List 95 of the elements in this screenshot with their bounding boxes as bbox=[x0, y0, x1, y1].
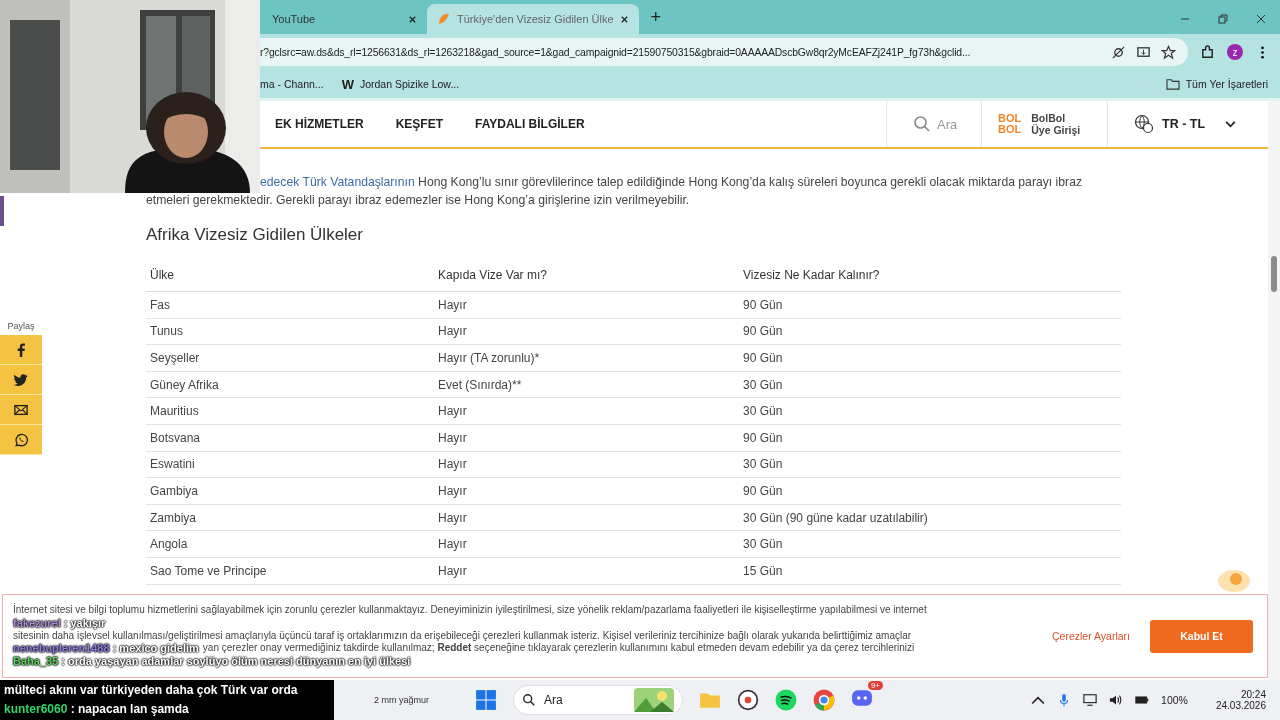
close-icon[interactable] bbox=[619, 14, 629, 24]
table-cell: Angola bbox=[146, 530, 434, 558]
restore-icon[interactable] bbox=[1218, 14, 1228, 24]
clock[interactable]: 20:24 24.03.2026 bbox=[1215, 689, 1266, 711]
share-button[interactable] bbox=[0, 365, 42, 395]
notification-badge: 9+ bbox=[867, 681, 883, 690]
speaker-icon[interactable] bbox=[1109, 693, 1124, 707]
share-label: Paylaş bbox=[6, 321, 36, 331]
table-cell: 30 Gün bbox=[739, 397, 1121, 425]
chat-message: fakezurel : yakışır bbox=[13, 616, 106, 630]
chat-message: kunter6060 : napacan lan şamda bbox=[4, 703, 189, 716]
scrollbar[interactable] bbox=[1268, 101, 1280, 680]
profile-avatar[interactable]: z bbox=[1227, 44, 1243, 60]
globe-icon bbox=[1134, 114, 1154, 134]
table-cell: Hayır bbox=[434, 397, 739, 425]
browser-tab[interactable]: Türkiye'den Vizesiz Gidilen Ülke bbox=[427, 4, 639, 34]
taskbar-search[interactable]: Ara bbox=[513, 685, 683, 715]
table-cell: Eswatini bbox=[146, 451, 434, 478]
table-cell: Sao Tome ve Principe bbox=[146, 557, 434, 585]
nav-link[interactable]: EK HİZMETLER bbox=[275, 117, 364, 131]
table-cell: Hayır bbox=[434, 504, 739, 531]
table-cell: Hayır bbox=[434, 318, 739, 345]
close-icon[interactable] bbox=[1256, 14, 1266, 24]
search-icon bbox=[522, 693, 536, 707]
table-cell: Fas bbox=[146, 291, 434, 319]
install-icon[interactable] bbox=[1136, 44, 1151, 60]
all-bookmarks[interactable]: Tüm Yer İşaretleri bbox=[1185, 78, 1268, 90]
nav-link[interactable]: KEŞFET bbox=[395, 117, 443, 131]
table-cell: 15 Gün bbox=[739, 557, 1121, 585]
bookmark[interactable]: Jordan Spizike Low... bbox=[359, 78, 460, 90]
bird-icon bbox=[14, 372, 28, 387]
star-icon[interactable] bbox=[1161, 44, 1176, 60]
close-icon[interactable] bbox=[408, 14, 417, 24]
nav-link[interactable]: FAYDALI BİLGİLER bbox=[475, 117, 585, 131]
table-cell: Mauritius bbox=[146, 397, 434, 425]
table-cell: 90 Gün bbox=[739, 424, 1121, 452]
record-icon[interactable] bbox=[737, 689, 759, 711]
table-cell: Tunus bbox=[146, 318, 434, 345]
whatsapp-icon bbox=[14, 432, 28, 447]
chevron-down-icon bbox=[1225, 120, 1237, 128]
table-cell: 30 Gün (90 güne kadar uzatılabilir) bbox=[739, 504, 1121, 531]
text-link[interactable]: edecek Türk Vatandaşlarının bbox=[260, 175, 415, 189]
eye-slash-icon[interactable] bbox=[1111, 44, 1126, 60]
chrome-icon[interactable] bbox=[813, 689, 835, 711]
cookie-text: yan çerezler onay vermediğiniz takdirde kullanılmaz; Reddet seçeneğine tıklayarak çerezlerin kullanımını kabul etmeden devam edebilir ya da çerez tercihlerinizi bbox=[202, 642, 915, 655]
table-cell: Evet (Sınırda)** bbox=[434, 371, 739, 398]
member-login-link[interactable]: BolBol Üye Girişi bbox=[1031, 112, 1081, 136]
table-cell: Gambiya bbox=[146, 477, 434, 505]
column-header: Kapıda Vize Var mı? bbox=[434, 265, 739, 292]
weather-text[interactable]: 2 mm yağmur bbox=[374, 695, 429, 705]
table-cell: 30 Gün bbox=[739, 371, 1121, 398]
chat-message: mülteci akını var türkiyeden daha çok Türk var orda bbox=[4, 684, 298, 697]
battery-level-text: 100% bbox=[1161, 694, 1188, 706]
windows-icon[interactable] bbox=[475, 689, 497, 711]
address-bar[interactable]: r?gclsrc=aw.ds&ds_rl=1256631&ds_rl=1263218&gad_source=1&gad_campaignid=21590750315&gbraid=0AAAAADscbGw8qr2yMcEAFZj241P_fg73h&gclid... bbox=[260, 38, 1188, 66]
table-cell: Hayır bbox=[434, 477, 739, 505]
table-cell: Hayır (TA zorunlu)* bbox=[434, 344, 739, 372]
browser-tab[interactable]: YouTube bbox=[262, 4, 427, 34]
column-header: Ülke bbox=[146, 265, 434, 292]
table-cell: Hayır bbox=[434, 451, 739, 478]
spotify-icon[interactable] bbox=[775, 689, 797, 711]
battery-icon[interactable] bbox=[1135, 693, 1150, 707]
table-cell: Hayır bbox=[434, 530, 739, 558]
bookmark-logo: W bbox=[341, 76, 354, 92]
cookie-settings-link[interactable]: Çerezler Ayarları bbox=[1052, 630, 1130, 642]
new-tab-button[interactable]: + bbox=[638, 7, 674, 34]
puzzle-icon[interactable] bbox=[1200, 44, 1215, 60]
table-cell: 90 Gün bbox=[739, 344, 1121, 372]
discord-icon[interactable] bbox=[851, 687, 873, 709]
table-cell: 30 Gün bbox=[739, 451, 1121, 478]
table-cell: 90 Gün bbox=[739, 477, 1121, 505]
share-button[interactable] bbox=[0, 395, 42, 425]
share-button[interactable] bbox=[0, 335, 42, 365]
mail-icon bbox=[14, 402, 28, 417]
column-header: Vizesiz Ne Kadar Kalınır? bbox=[739, 265, 1121, 292]
share-button[interactable] bbox=[0, 425, 42, 455]
table-cell: 90 Gün bbox=[739, 318, 1121, 345]
table-cell: 90 Gün bbox=[739, 291, 1121, 319]
cookie-text: sitesinin daha işlevsel kullanılması/geliştirilmesi amaçlarıyla üçüncü taraf iş ortaklarımızın da erişebileceği çerezleri kullanmak isteriz. Kişisel verileriniz tercihinize bağlı olarak yukarıda belirttiğimiz amaçlar bbox=[13, 629, 913, 642]
site-logo-icon bbox=[437, 12, 451, 26]
bookmark[interactable]: ma - Chann... bbox=[260, 78, 324, 90]
table-cell: Hayır bbox=[434, 424, 739, 452]
table-cell: Seyşeller bbox=[146, 344, 434, 372]
section-heading: Afrika Vizesiz Gidilen Ülkeler bbox=[146, 225, 364, 245]
folder-icon[interactable] bbox=[1165, 78, 1180, 90]
cookie-text: İnternet sitesi ve bilgi toplumu hizmetlerini sağlayabilmek için zorunlu çerezler kullanmaktayız. Deneyiminizin iyileştirilmesi, size yönelik reklam/pazarlama faaliyetleri ile kişiselleştirme yapılabilmesi ve internet bbox=[13, 604, 928, 617]
search-icon bbox=[913, 115, 931, 133]
table-cell: Hayır bbox=[434, 557, 739, 585]
table-cell: Güney Afrika bbox=[146, 371, 434, 398]
monitor-icon[interactable] bbox=[1083, 693, 1098, 707]
table-cell: Botsvana bbox=[146, 424, 434, 452]
table-cell: Zambiya bbox=[146, 504, 434, 531]
table-cell: 30 Gün bbox=[739, 530, 1121, 558]
table-cell: Hayır bbox=[434, 291, 739, 319]
currency-selector[interactable]: TR - TL bbox=[1108, 101, 1268, 147]
